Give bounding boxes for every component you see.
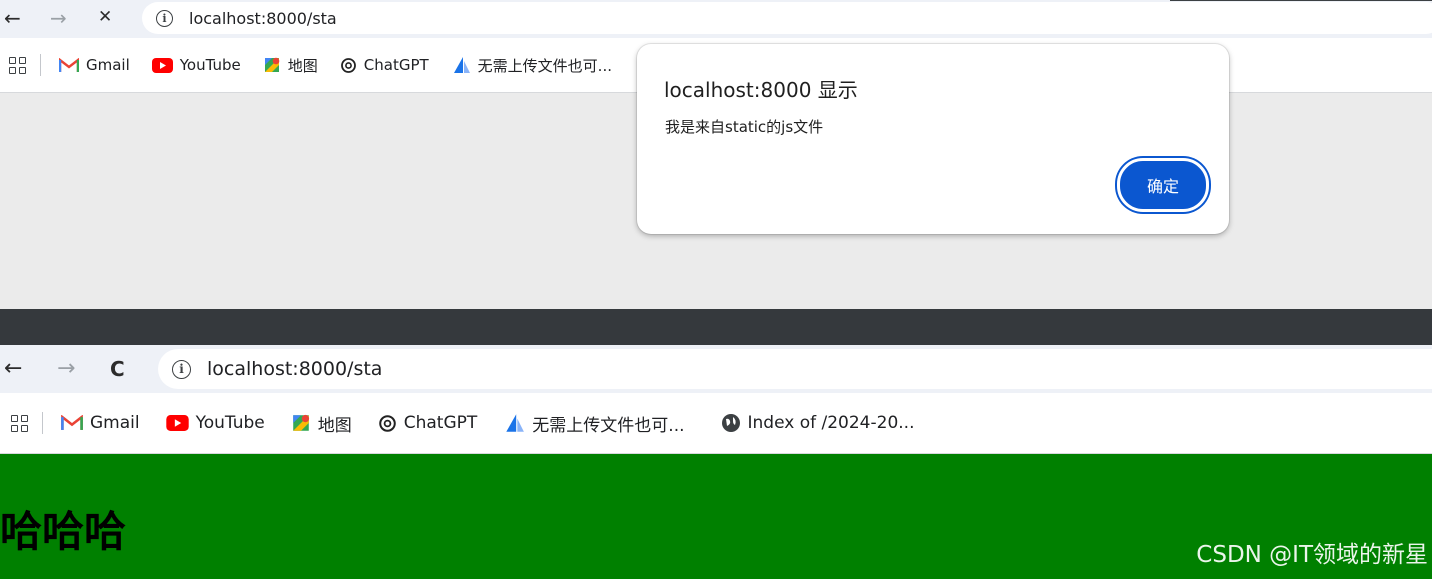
back-button[interactable]: ← — [4, 358, 22, 380]
bookmark-label: 无需上传文件也可... — [532, 415, 685, 436]
bookmark-maps[interactable]: 地图 — [263, 55, 318, 76]
youtube-icon — [151, 57, 173, 73]
bookmark-chatgpt[interactable]: ChatGPT — [378, 413, 478, 433]
bookmarks-separator — [42, 412, 43, 434]
dialog-title: localhost:8000 显示 — [664, 78, 858, 102]
window-edge — [1170, 0, 1432, 1]
chatgpt-icon — [378, 414, 397, 433]
bookmark-label: Index of /2024-20... — [747, 413, 915, 433]
bookmark-label: 无需上传文件也可... — [477, 56, 612, 75]
bookmark-gmail[interactable]: Gmail — [59, 56, 130, 74]
browser-toolbar: ← → C i localhost:8000/sta — [0, 345, 1432, 393]
chatgpt-icon — [340, 57, 357, 74]
bookmark-label: YouTube — [179, 56, 241, 74]
watermark-text: CSDN @IT领域的新星 — [1196, 542, 1428, 568]
sail-icon — [503, 412, 525, 434]
bookmark-label: Gmail — [86, 56, 130, 74]
browser-window-bottom: ← → C i localhost:8000/sta Gmail YouTube — [0, 345, 1432, 579]
bookmark-youtube[interactable]: YouTube — [151, 56, 241, 74]
youtube-icon — [165, 415, 189, 431]
maps-icon — [263, 56, 281, 74]
address-bar[interactable]: i localhost:8000/sta — [158, 349, 1432, 389]
site-info-icon[interactable]: i — [156, 9, 173, 27]
bookmark-sail[interactable]: 无需上传文件也可... — [451, 55, 612, 76]
gmail-icon — [61, 415, 83, 431]
site-info-icon[interactable]: i — [172, 359, 191, 379]
apps-grid-icon[interactable] — [9, 56, 26, 74]
maps-icon — [291, 413, 311, 433]
stop-button[interactable]: ✕ — [98, 9, 112, 26]
bookmark-youtube[interactable]: YouTube — [165, 413, 265, 433]
browser-toolbar: ← → ✕ i localhost:8000/sta — [0, 0, 1432, 38]
globe-icon — [721, 413, 741, 433]
bookmark-chatgpt[interactable]: ChatGPT — [340, 56, 429, 74]
bookmark-label: ChatGPT — [403, 413, 478, 433]
screenshot-divider — [0, 309, 1432, 345]
url-text: localhost:8000/sta — [189, 8, 337, 28]
dialog-ok-button[interactable]: 确定 — [1117, 158, 1209, 212]
bookmark-label: YouTube — [195, 413, 265, 433]
bookmark-label: 地图 — [287, 56, 318, 75]
bookmark-gmail[interactable]: Gmail — [61, 413, 140, 433]
bookmark-sail[interactable]: 无需上传文件也可... — [503, 411, 685, 436]
url-text: localhost:8000/sta — [207, 358, 383, 380]
alert-dialog: localhost:8000 显示 我是来自static的js文件 确定 — [637, 44, 1229, 234]
back-button[interactable]: ← — [4, 8, 21, 28]
bookmark-maps[interactable]: 地图 — [291, 411, 352, 436]
reload-button[interactable]: C — [110, 359, 125, 379]
sail-icon — [451, 55, 471, 75]
dialog-message: 我是来自static的js文件 — [665, 118, 824, 136]
page-heading: 哈哈哈 — [0, 507, 127, 556]
address-bar[interactable]: i localhost:8000/sta — [142, 2, 1432, 34]
gmail-icon — [59, 57, 79, 73]
bookmark-label: Gmail — [90, 413, 140, 433]
forward-button[interactable]: → — [57, 358, 75, 380]
bookmark-label: 地图 — [317, 415, 352, 436]
page-content: 哈哈哈 CSDN @IT领域的新星 — [0, 454, 1432, 579]
bookmarks-bar: Gmail YouTube 地图 ChatGPT 无需上传文件也可... — [0, 393, 1432, 454]
bookmarks-separator — [40, 54, 41, 76]
bookmark-index[interactable]: Index of /2024-20... — [721, 413, 915, 433]
forward-button[interactable]: → — [50, 8, 67, 28]
bookmark-label: ChatGPT — [363, 56, 429, 74]
apps-grid-icon[interactable] — [11, 414, 28, 432]
